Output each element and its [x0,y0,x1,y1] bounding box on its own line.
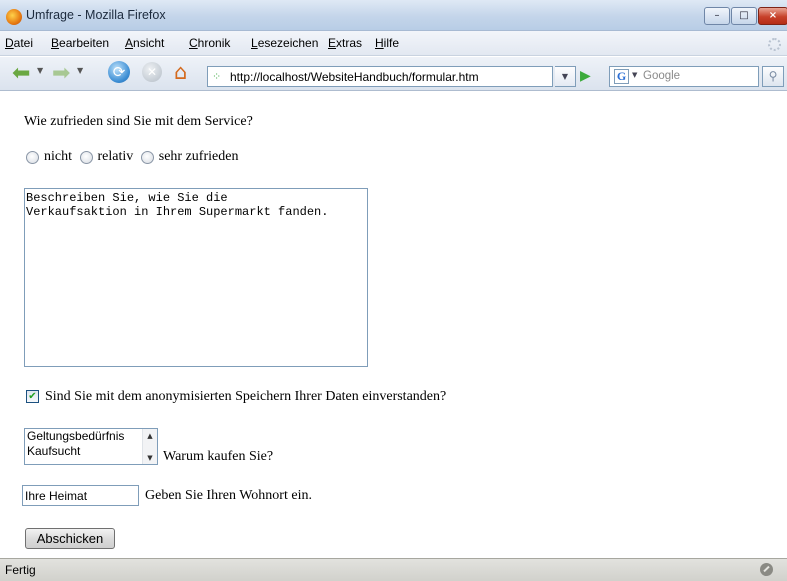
scroll-up-icon[interactable]: ▲ [143,432,157,440]
reason-listbox[interactable]: Geltungsbedürfnis Kaufsucht ▲ ▼ [24,428,158,465]
url-history-dropdown[interactable]: ▼ [555,66,576,87]
consent-checkbox[interactable]: ✔ [26,390,39,404]
close-icon: × [768,10,778,21]
menu-bearbeiten[interactable]: Bearbeiten [51,36,109,50]
consent-label: Sind Sie mit dem anonymisierten Speicher… [45,389,447,404]
menu-bar: Datei Bearbeiten Ansicht Chronik Lesezei… [0,31,787,56]
listbox-scrollbar[interactable]: ▲ ▼ [142,429,157,464]
radio-label-relativ: relativ [97,149,134,164]
scroll-down-icon[interactable]: ▼ [143,454,157,462]
submit-button[interactable]: Abschicken [25,528,115,549]
list-option[interactable]: Geltungsbedürfnis [25,429,157,444]
forward-icon[interactable]: ➡ [52,61,70,86]
radio-label-sehr-zufrieden: sehr zufrieden [158,149,239,164]
site-favicon-icon: ⁘ [212,70,222,83]
title-bar: Umfrage - Mozilla Firefox – □ × [0,0,787,31]
menu-chronik[interactable]: Chronik [189,36,230,50]
close-button[interactable]: × [758,7,787,25]
search-input[interactable]: Google [643,70,680,82]
radio-sehr-zufrieden[interactable] [140,150,154,164]
menu-hilfe[interactable]: Hilfe [375,36,399,50]
back-icon[interactable]: ⬅ [12,61,30,86]
engine-dropdown-icon[interactable]: ▼ [632,71,637,79]
no-security-icon [760,563,773,576]
minimize-icon: – [714,10,720,21]
status-text: Fertig [5,563,36,577]
reload-icon[interactable]: ⟳ [108,61,130,83]
service-question: Wie zufrieden sind Sie mit dem Service? [24,114,253,129]
minimize-button[interactable]: – [704,7,730,25]
home-icon[interactable]: ⌂ [174,60,187,84]
list-option[interactable]: Kaufsucht [25,444,157,459]
forward-dropdown-icon[interactable]: ▼ [77,66,83,75]
status-bar: Fertig [0,558,787,581]
firefox-icon [6,9,22,25]
stop-icon[interactable]: ✕ [142,62,162,82]
url-text[interactable]: http://localhost/WebsiteHandbuch/formula… [230,70,479,84]
menu-lesezeichen[interactable]: Lesezeichen [251,36,318,50]
window-title: Umfrage - Mozilla Firefox [26,8,166,22]
reason-caption: Warum kaufen Sie? [163,449,274,464]
radio-label-nicht: nicht [44,149,72,164]
page-content: Wie zufrieden sind Sie mit dem Service? … [0,92,787,558]
throbber-icon [768,38,781,51]
city-caption: Geben Sie Ihren Wohnort ein. [145,488,312,503]
radio-nicht[interactable] [26,150,39,164]
url-bar[interactable]: ⁘ http://localhost/WebsiteHandbuch/formu… [207,66,553,87]
search-magnifier-icon[interactable]: ⚲ [762,66,784,87]
city-field[interactable]: Ihre Heimat [22,485,139,506]
consent-row: ✔ Sind Sie mit dem anonymisierten Speiche… [26,389,446,405]
maximize-button[interactable]: □ [731,7,757,25]
go-arrow-icon[interactable]: ▶ [580,68,591,84]
radio-relativ[interactable] [79,150,93,164]
maximize-icon: □ [739,10,749,21]
google-engine-icon[interactable]: G [614,69,629,84]
menu-datei[interactable]: Datei [5,36,33,50]
back-dropdown-icon[interactable]: ▼ [37,66,43,75]
menu-ansicht[interactable]: Ansicht [125,36,164,50]
description-textarea[interactable]: Beschreiben Sie, wie Sie die Verkaufsakt… [24,188,368,367]
search-box[interactable]: G ▼ Google [609,66,759,87]
satisfaction-radio-group: nicht relativ sehr zufrieden [26,149,242,165]
menu-extras[interactable]: Extras [328,36,362,50]
